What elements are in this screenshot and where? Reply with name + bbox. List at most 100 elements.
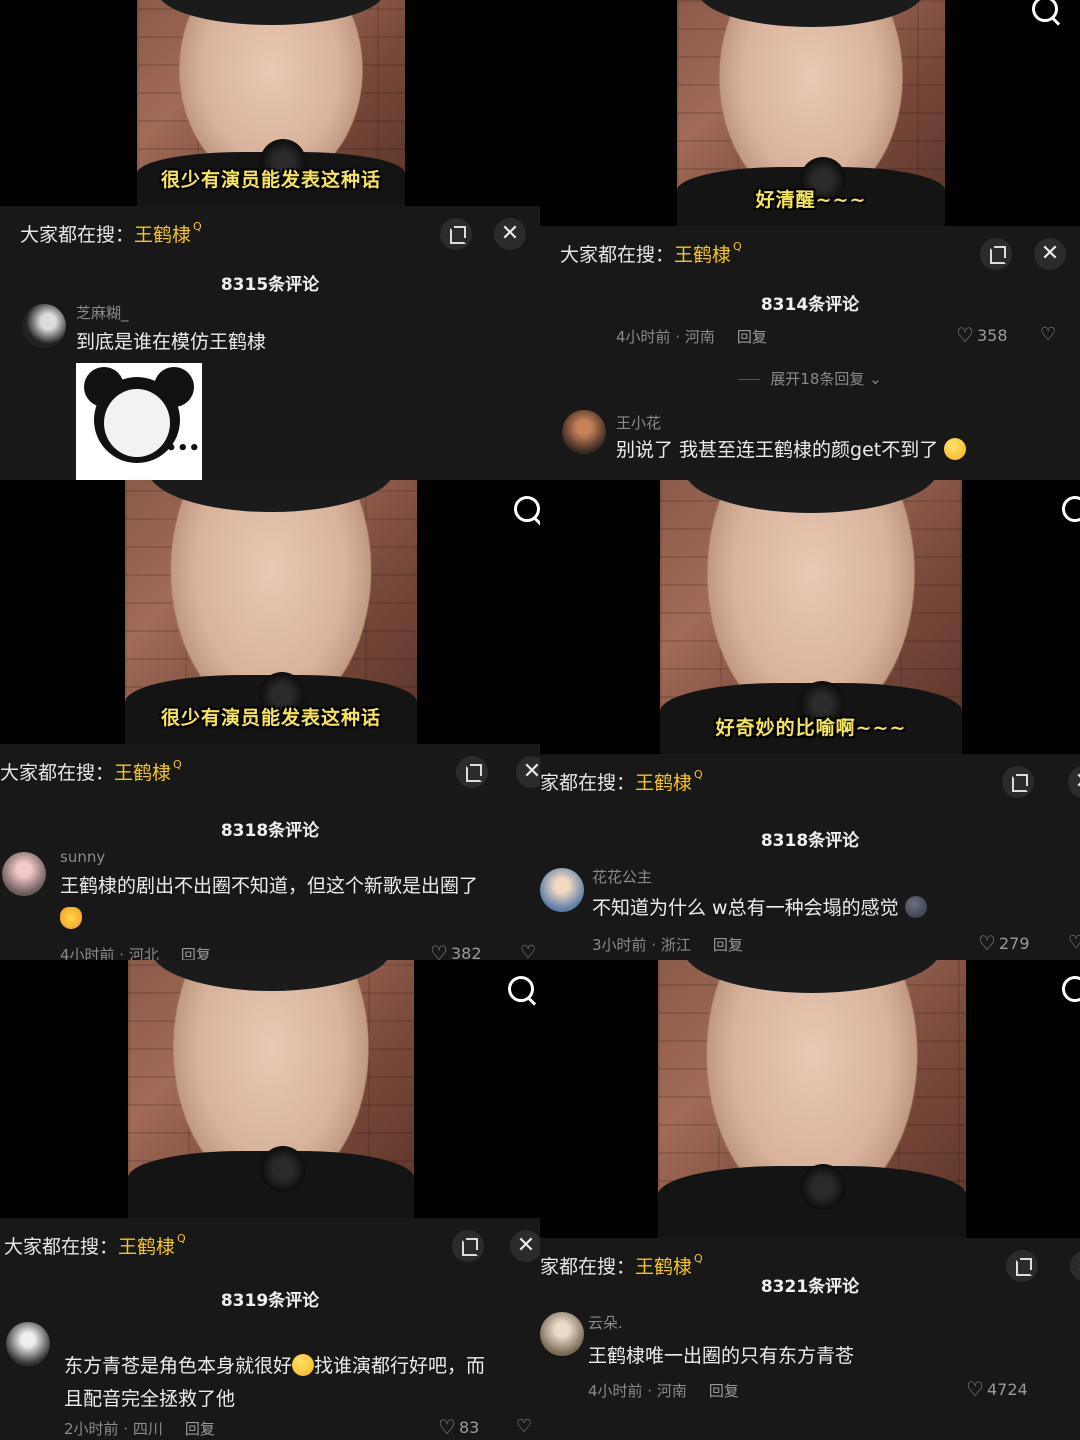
comment-text-line-1: 东方青苍是角色本身就很好	[64, 1355, 293, 1377]
like-button[interactable]: 358	[956, 323, 1008, 347]
video-area[interactable]	[0, 960, 540, 1218]
like-count: 358	[977, 326, 1008, 345]
close-icon[interactable]: ✕	[510, 1230, 540, 1262]
reply-button[interactable]: 回复	[737, 328, 767, 346]
comment-text: 王鹤棣的剧出不出圈不知道，但这个新歌是出圈了	[60, 870, 530, 936]
hot-search-link[interactable]: 大家都在搜：王鹤棣 Q	[560, 240, 742, 267]
heart-icon	[430, 941, 448, 960]
hot-search-keyword[interactable]: 王鹤棣	[118, 1236, 175, 1258]
close-icon[interactable]: ✕	[1034, 238, 1066, 270]
video-area[interactable]: 很少有演员能发表这种话	[0, 480, 540, 744]
hot-search-prefix: 大家都在搜：	[20, 224, 135, 246]
comment-username[interactable]: sunny	[60, 848, 105, 866]
expand-icon[interactable]	[980, 238, 1012, 270]
expand-replies[interactable]: 展开18条回复 ⌄	[540, 368, 1080, 389]
comment-meta: 4小时前 · 河南 回复	[616, 326, 767, 347]
comment-username[interactable]: 云朵.	[588, 1312, 623, 1333]
comment-username[interactable]: 王小花	[616, 412, 661, 433]
avatar[interactable]	[540, 868, 584, 912]
comment-count: 8314条评论	[760, 295, 860, 315]
panel-header: 家都在搜：王鹤棣Q ✕	[540, 754, 1080, 810]
search-icon[interactable]	[512, 494, 540, 528]
hot-search-link[interactable]: 大家都在搜：王鹤棣 Q	[20, 220, 202, 247]
panel-header: 大家都在搜：王鹤棣 Q ✕	[0, 744, 540, 800]
search-icon: Q	[177, 1232, 186, 1245]
reply-button[interactable]: 回复	[713, 936, 743, 954]
comment-panel: 大家都在搜：王鹤棣 Q ✕ 8318条评论 sunny 王鹤棣的剧出不出圈不知道，…	[0, 744, 540, 960]
search-icon[interactable]	[1060, 974, 1080, 1008]
hot-search-keyword[interactable]: 王鹤棣	[674, 244, 731, 266]
comment-username[interactable]: 芝麻糊_	[76, 302, 129, 323]
search-icon[interactable]	[1030, 0, 1064, 28]
expand-icon[interactable]	[1002, 766, 1034, 798]
comment-time-location: 4小时前 · 河南	[588, 1382, 687, 1400]
hot-search-link[interactable]: 家都在搜：王鹤棣 Q	[540, 768, 703, 795]
sticker-image[interactable]: •••	[76, 363, 202, 480]
video-subtitle: 很少有演员能发表这种话	[160, 169, 381, 191]
reply-button[interactable]: 回复	[185, 1420, 215, 1438]
expand-icon[interactable]	[440, 218, 472, 250]
expand-icon[interactable]	[456, 756, 488, 788]
reply-button[interactable]: 回复	[709, 1382, 739, 1400]
avatar[interactable]	[562, 410, 606, 454]
screenshot-cell-3: 很少有演员能发表这种话 大家都在搜：王鹤棣 Q ✕ 8318条评论 sunny 王…	[0, 480, 540, 960]
hot-search-keyword[interactable]: 王鹤棣	[635, 772, 692, 794]
comment-time-location: 3小时前 · 浙江	[592, 936, 691, 954]
video-subtitle: 好奇妙的比喻啊~~~	[715, 717, 907, 739]
reply-button[interactable]: 回复	[181, 946, 211, 960]
comment-text-content: 王鹤棣的剧出不出圈不知道，但这个新歌是出圈了	[60, 875, 479, 897]
close-icon[interactable]: ✕	[494, 218, 526, 250]
comment-time-location: 2小时前 · 四川	[64, 1420, 163, 1438]
comment-username[interactable]: 花花公主	[592, 866, 652, 887]
hot-search-prefix: 大家都在搜：	[4, 1236, 119, 1258]
comment-meta: 4小时前 · 河北 回复	[60, 944, 211, 960]
dislike-icon[interactable]: ♡	[516, 1416, 532, 1437]
avatar[interactable]	[540, 1312, 584, 1356]
avatar[interactable]	[6, 1322, 50, 1366]
comment-text: 王鹤棣唯一出圈的只有东方青苍	[588, 1345, 855, 1367]
hot-search-keyword[interactable]: 王鹤棣	[114, 762, 171, 784]
dislike-icon[interactable]: ♡	[1040, 324, 1056, 345]
comment-text-content: 不知道为什么 w总有一种会塌的感觉	[592, 897, 899, 919]
search-icon: Q	[694, 1252, 703, 1265]
emoji-icon	[904, 896, 927, 918]
expand-icon[interactable]	[452, 1230, 484, 1262]
dislike-icon[interactable]: ♡	[1068, 932, 1080, 953]
search-icon: Q	[173, 758, 182, 771]
video-frame	[658, 960, 966, 1238]
video-subtitle: 很少有演员能发表这种话	[160, 707, 381, 729]
video-area[interactable]: 好清醒~~~	[540, 0, 1080, 226]
microphone	[259, 1146, 306, 1193]
dislike-icon[interactable]: ♡	[520, 942, 536, 960]
comment-text: 到底是谁在模仿王鹤棣	[76, 331, 267, 353]
panel-header: 大家都在搜：王鹤棣 Q ✕	[0, 206, 540, 262]
avatar[interactable]	[22, 304, 66, 348]
screenshot-cell-2: 好清醒~~~ 大家都在搜：王鹤棣 Q ✕ 8314条评论 4小时前 · 河南 回复 …	[540, 0, 1080, 480]
comment-meta: 2小时前 · 四川 回复	[64, 1418, 215, 1439]
like-count: 83	[459, 1418, 480, 1437]
avatar[interactable]	[2, 852, 46, 896]
search-icon[interactable]	[1060, 494, 1080, 528]
microphone	[799, 1164, 846, 1211]
video-frame: 好清醒~~~	[677, 0, 945, 226]
video-frame: 很少有演员能发表这种话	[137, 0, 405, 206]
video-area[interactable]: 很少有演员能发表这种话	[0, 0, 540, 206]
hot-search-link[interactable]: 大家都在搜：王鹤棣 Q	[4, 1232, 186, 1259]
comment-count: 8319条评论	[220, 1291, 320, 1311]
video-frame: 很少有演员能发表这种话	[125, 480, 417, 744]
search-icon[interactable]	[506, 974, 540, 1008]
video-area[interactable]	[540, 960, 1080, 1238]
heart-icon	[978, 931, 996, 955]
like-button[interactable]: 382	[430, 941, 482, 960]
like-button[interactable]: 279	[978, 931, 1030, 955]
close-icon[interactable]: ✕	[1068, 766, 1080, 798]
video-area[interactable]: 好奇妙的比喻啊~~~	[540, 480, 1080, 754]
like-button[interactable]: 4724	[966, 1377, 1028, 1401]
hot-search-link[interactable]: 大家都在搜：王鹤棣 Q	[0, 758, 182, 785]
close-icon[interactable]: ✕	[516, 756, 540, 788]
comment-text-line-1b: 找谁演都行好吧，而	[314, 1355, 486, 1377]
hot-search-keyword[interactable]: 王鹤棣	[134, 224, 191, 246]
screenshot-cell-5: 大家都在搜：王鹤棣 Q ✕ 8319条评论 东方青苍是角色本身就很好 找谁演都行好吧…	[0, 960, 540, 1440]
like-button[interactable]: 83	[438, 1415, 480, 1439]
comment-panel: 大家都在搜：王鹤棣Q ✕ 8314条评论 4小时前 · 河南 回复 358 ♡ 展…	[540, 226, 1080, 480]
